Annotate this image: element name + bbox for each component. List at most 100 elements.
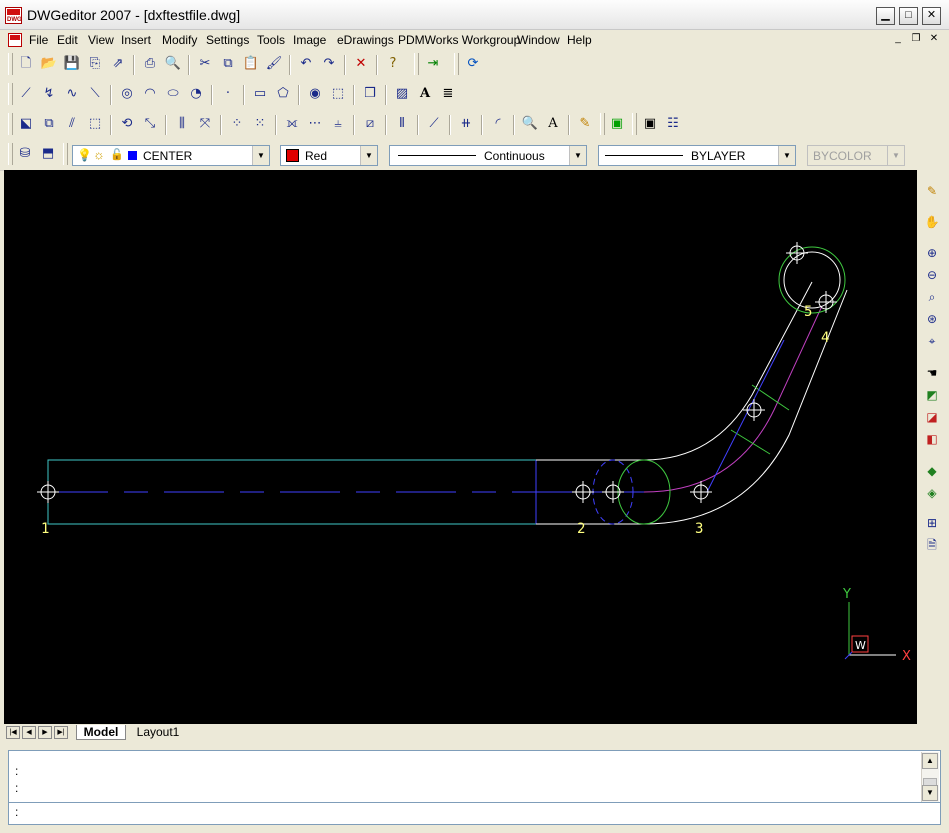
zoom-extents-icon[interactable]: ⊛ <box>923 310 941 328</box>
copy-object-icon[interactable]: ⧉ <box>39 114 59 134</box>
paste-icon[interactable]: 📋 <box>241 54 261 74</box>
command-prompt[interactable]: : <box>15 805 18 819</box>
menu-help[interactable]: Help <box>567 33 592 47</box>
point-icon[interactable]: · <box>218 84 238 104</box>
polyline-icon[interactable]: ↯ <box>39 84 59 104</box>
fillet-icon[interactable]: ◜ <box>488 114 508 134</box>
menu-tools[interactable]: Tools <box>257 33 285 47</box>
mirror-icon[interactable]: ⫼ <box>172 114 192 134</box>
drawing-svg[interactable]: 1 2 3 4 5 W X Y <box>4 170 917 724</box>
open-folder-icon[interactable]: 📂 <box>39 54 59 74</box>
extend-icon[interactable]: ⧄ <box>360 114 380 134</box>
menu-pdmworks-workgroup[interactable]: PDMWorks Workgroup <box>398 33 520 47</box>
zoom-out-icon[interactable]: ⊖ <box>923 266 941 284</box>
scale-icon[interactable]: ⤡ <box>140 114 160 134</box>
grid-icon[interactable]: ⁘ <box>227 114 247 134</box>
find-icon[interactable]: 🔍 <box>520 114 540 134</box>
menu-image[interactable]: Image <box>293 33 326 47</box>
chevron-down-icon[interactable]: ▼ <box>252 146 269 165</box>
pan-pencil-icon[interactable]: ✎ <box>923 182 941 200</box>
layer-previous-icon[interactable]: ⬒ <box>38 144 58 164</box>
circle-icon[interactable]: ◎ <box>117 84 137 104</box>
document-icon[interactable] <box>8 33 22 47</box>
shade-icon[interactable]: ◈ <box>923 484 941 502</box>
spline-icon[interactable]: ∿ <box>62 84 82 104</box>
match-properties-icon[interactable]: 🖌 <box>264 54 284 74</box>
color-dropdown[interactable]: Red ▼ <box>280 145 378 166</box>
print-icon[interactable]: ⎙ <box>140 54 160 74</box>
insert-block-icon[interactable]: ⇥ <box>423 54 443 74</box>
redo-icon[interactable]: ↷ <box>319 54 339 74</box>
view-front-icon[interactable]: ◩ <box>923 386 941 404</box>
print-preview-icon[interactable]: 🔍 <box>163 54 183 74</box>
3d-solid-icon[interactable]: ❒ <box>360 84 380 104</box>
scroll-down-button[interactable]: ▼ <box>922 785 938 801</box>
chevron-down-icon[interactable]: ▼ <box>360 146 377 165</box>
ellipse-arc-icon[interactable]: ◔ <box>186 84 206 104</box>
snap-icon[interactable]: ⁙ <box>250 114 270 134</box>
array-icon[interactable]: ⬚ <box>85 114 105 134</box>
view-side-icon[interactable]: ◧ <box>923 430 941 448</box>
close-button[interactable]: ✕ <box>922 7 941 25</box>
last-tab-button[interactable]: ▶| <box>54 726 68 739</box>
layer-dropdown[interactable]: 💡 ☼ 🔓 CENTER ▼ <box>72 145 270 166</box>
region-icon[interactable]: ⬚ <box>328 84 348 104</box>
first-tab-button[interactable]: |◀ <box>6 726 20 739</box>
text-icon[interactable]: A <box>415 84 435 104</box>
cut-icon[interactable]: ✂ <box>195 54 215 74</box>
bend-construction-line[interactable] <box>706 339 785 493</box>
realtime-pan-icon[interactable]: ☚ <box>923 364 941 382</box>
copy-icon[interactable]: ⧉ <box>218 54 238 74</box>
tab-layout1[interactable]: Layout1 <box>130 725 186 740</box>
mdi-close-button[interactable]: ✕ <box>927 33 941 46</box>
lineweight-dropdown[interactable]: BYLAYER ▼ <box>598 145 796 166</box>
trim-icon[interactable]: ⫨ <box>328 114 348 134</box>
polygon-icon[interactable]: ⬠ <box>273 84 293 104</box>
ellipse-icon[interactable]: ⬭ <box>163 84 183 104</box>
zoom-window-icon[interactable]: ⌕ <box>923 288 941 306</box>
layer-manager-icon[interactable]: ▣ <box>607 114 627 134</box>
break-icon[interactable]: ⟗ <box>282 114 302 134</box>
table-icon[interactable]: ⊞ <box>923 514 941 532</box>
properties-icon[interactable]: ☷ <box>663 114 683 134</box>
command-scrollbar[interactable]: ▲ ▼ <box>921 752 939 802</box>
vertex-markers[interactable] <box>37 242 837 503</box>
drawing-canvas[interactable]: 1 2 3 4 5 W X Y <box>4 170 917 724</box>
undo-icon[interactable]: ↶ <box>296 54 316 74</box>
new-file-icon[interactable]: 🗋 <box>16 54 36 74</box>
bend-inner-edge[interactable] <box>643 281 813 461</box>
rotate-icon[interactable]: ⟲ <box>117 114 137 134</box>
zoom-previous-icon[interactable]: ⌖ <box>923 332 941 350</box>
document-properties-icon[interactable]: 🗎 <box>923 536 941 554</box>
rectangle-icon[interactable]: ▭ <box>250 84 270 104</box>
spell-check-icon[interactable]: A <box>543 114 563 134</box>
ray-icon[interactable]: ⟍ <box>85 84 105 104</box>
offset-icon[interactable]: ⫽ <box>62 114 82 134</box>
linetype-dropdown[interactable]: Continuous ▼ <box>389 145 587 166</box>
prev-tab-button[interactable]: ◀ <box>22 726 36 739</box>
donut-icon[interactable]: ◉ <box>305 84 325 104</box>
stretch-icon[interactable]: ⤧ <box>195 114 215 134</box>
export-icon[interactable]: ⇗ <box>108 54 128 74</box>
app-icon[interactable]: DWG <box>5 7 22 24</box>
save-all-icon[interactable]: ⎘ <box>85 54 105 74</box>
delete-icon[interactable]: ✕ <box>351 54 371 74</box>
maximize-button[interactable]: □ <box>899 7 918 25</box>
explode-icon[interactable]: ⧺ <box>456 114 476 134</box>
menu-edrawings[interactable]: eDrawings <box>337 33 394 47</box>
menu-edit[interactable]: Edit <box>57 33 78 47</box>
chevron-down-icon[interactable]: ▼ <box>569 146 586 165</box>
multiline-text-icon[interactable]: ≣ <box>438 84 458 104</box>
menu-settings[interactable]: Settings <box>206 33 249 47</box>
next-tab-button[interactable]: ▶ <box>38 726 52 739</box>
help-icon[interactable]: ? <box>383 54 403 74</box>
save-icon[interactable]: 💾 <box>62 54 82 74</box>
chevron-down-icon[interactable]: ▼ <box>778 146 795 165</box>
menu-file[interactable]: File <box>29 33 48 47</box>
bend-centerline[interactable] <box>643 305 823 493</box>
menu-view[interactable]: View <box>88 33 114 47</box>
viewport-icon[interactable]: ▣ <box>640 114 660 134</box>
erase-icon[interactable]: ⬕ <box>16 114 36 134</box>
hand-pan-icon[interactable]: ✋ <box>923 213 941 231</box>
refresh-icon[interactable]: ⟳ <box>463 54 483 74</box>
